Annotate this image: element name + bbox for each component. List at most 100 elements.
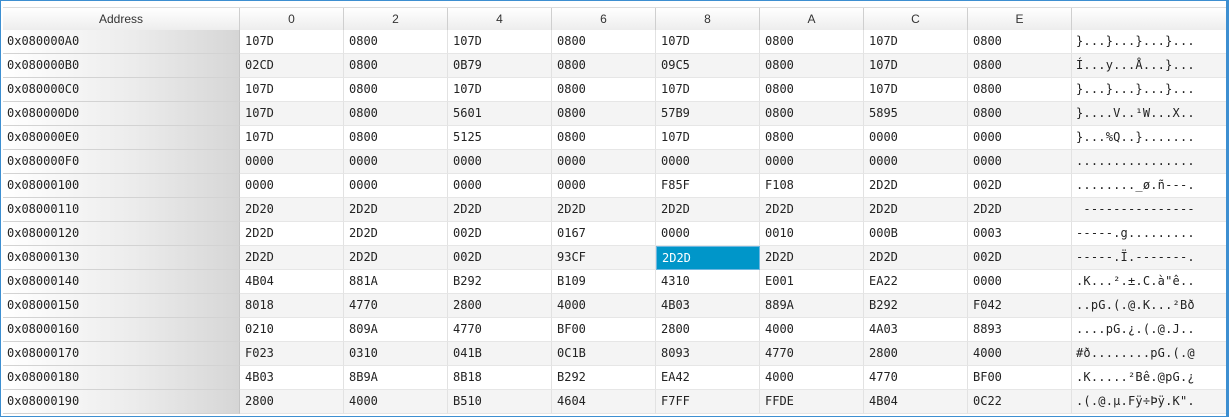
hex-word-cell[interactable]: 0210 (240, 318, 344, 342)
hex-word-cell[interactable]: 4000 (760, 318, 864, 342)
hex-word-cell[interactable]: 002D (448, 246, 552, 270)
table-row[interactable]: 0x08000130 2D2D 2D2D 002D 93CF 2D2D 2D2D 2D2D 00… (3, 246, 1228, 270)
hex-word-cell[interactable]: B292 (448, 270, 552, 294)
hex-word-cell[interactable]: 0000 (968, 270, 1072, 294)
table-row[interactable]: 0x08000120 2D2D 2D2D 002D 0167 0000 0010 000B 00… (3, 222, 1228, 246)
hex-word-cell[interactable]: 5125 (448, 126, 552, 150)
hex-word-cell[interactable]: 002D (968, 174, 1072, 198)
hex-word-cell[interactable]: 0310 (344, 342, 448, 366)
table-row[interactable]: 0x08000110 2D20 2D2D 2D2D 2D2D 2D2D 2D2D 2D2D 2D… (3, 198, 1228, 222)
hex-word-cell[interactable]: 4000 (344, 390, 448, 414)
hex-word-cell[interactable]: 0800 (552, 78, 656, 102)
hex-word-cell[interactable]: B292 (552, 366, 656, 390)
hex-word-cell[interactable]: 0010 (760, 222, 864, 246)
hex-word-cell[interactable]: 4A03 (864, 318, 968, 342)
hex-word-cell[interactable]: 0C22 (968, 390, 1072, 414)
hex-word-cell[interactable]: 2D2D (656, 246, 760, 270)
hex-word-cell[interactable]: 4310 (656, 270, 760, 294)
hex-word-cell[interactable]: 2D2D (240, 246, 344, 270)
hex-word-cell[interactable]: 4770 (448, 318, 552, 342)
hex-word-cell[interactable]: F85F (656, 174, 760, 198)
hex-word-cell[interactable]: 02CD (240, 54, 344, 78)
hex-word-cell[interactable]: 0800 (552, 30, 656, 54)
hex-word-cell[interactable]: 0800 (760, 102, 864, 126)
hex-word-cell[interactable]: 57B9 (656, 102, 760, 126)
hex-word-cell[interactable]: 0000 (968, 126, 1072, 150)
hex-word-cell[interactable]: 0800 (968, 30, 1072, 54)
column-header-e[interactable]: E (968, 8, 1072, 30)
table-row[interactable]: 0x08000190 2800 4000 B510 4604 F7FF FFDE 4B04 0C… (3, 390, 1228, 414)
hex-word-cell[interactable]: 0003 (968, 222, 1072, 246)
hex-word-cell[interactable]: 809A (344, 318, 448, 342)
column-header-2[interactable]: 2 (344, 8, 448, 30)
hex-word-cell[interactable]: 4B04 (864, 390, 968, 414)
hex-word-cell[interactable]: 0800 (968, 102, 1072, 126)
hex-word-cell[interactable]: 107D (448, 30, 552, 54)
column-header-8[interactable]: 8 (656, 8, 760, 30)
column-header-address[interactable]: Address (3, 8, 240, 30)
hex-word-cell[interactable]: 107D (448, 78, 552, 102)
hex-word-cell[interactable]: 2D2D (344, 246, 448, 270)
hex-word-cell[interactable]: 2D2D (864, 246, 968, 270)
hex-word-cell[interactable]: 2D2D (656, 198, 760, 222)
hex-word-cell[interactable]: 107D (240, 78, 344, 102)
hex-word-cell[interactable]: 0167 (552, 222, 656, 246)
hex-word-cell[interactable]: 2D2D (864, 198, 968, 222)
hex-word-cell[interactable]: BF00 (968, 366, 1072, 390)
hex-word-cell[interactable]: F108 (760, 174, 864, 198)
hex-word-cell[interactable]: 0000 (968, 150, 1072, 174)
hex-word-cell[interactable]: 2D2D (448, 198, 552, 222)
hex-word-cell[interactable]: B292 (864, 294, 968, 318)
hex-word-cell[interactable]: 2800 (864, 342, 968, 366)
hex-word-cell[interactable]: 0800 (968, 54, 1072, 78)
scrollbar-edge[interactable] (1226, 1, 1228, 416)
hex-word-cell[interactable]: 041B (448, 342, 552, 366)
hex-word-cell[interactable]: F042 (968, 294, 1072, 318)
hex-word-cell[interactable]: 4000 (968, 342, 1072, 366)
hex-word-cell[interactable]: 2D2D (344, 198, 448, 222)
hex-word-cell[interactable]: 0800 (552, 54, 656, 78)
table-row[interactable]: 0x080000F0 0000 0000 0000 0000 0000 0000 0000 00… (3, 150, 1228, 174)
hex-word-cell[interactable]: 107D (656, 78, 760, 102)
hex-word-cell[interactable]: 2D2D (760, 246, 864, 270)
hex-word-cell[interactable]: 889A (760, 294, 864, 318)
hex-word-cell[interactable]: 09C5 (656, 54, 760, 78)
hex-word-cell[interactable]: 107D (656, 126, 760, 150)
hex-word-cell[interactable]: 2800 (448, 294, 552, 318)
table-row[interactable]: 0x08000180 4B03 8B9A 8B18 B292 EA42 4000 4770 BF… (3, 366, 1228, 390)
hex-word-cell[interactable]: E001 (760, 270, 864, 294)
table-row[interactable]: 0x08000160 0210 809A 4770 BF00 2800 4000 4A03 88… (3, 318, 1228, 342)
hex-word-cell[interactable]: 5895 (864, 102, 968, 126)
hex-word-cell[interactable]: EA22 (864, 270, 968, 294)
hex-word-cell[interactable]: 0800 (552, 126, 656, 150)
hex-word-cell[interactable]: 2D2D (344, 222, 448, 246)
table-row[interactable]: 0x080000C0 107D 0800 107D 0800 107D 0800 107D 08… (3, 78, 1228, 102)
hex-word-cell[interactable]: 0B79 (448, 54, 552, 78)
hex-word-cell[interactable]: 107D (864, 30, 968, 54)
table-row[interactable]: 0x080000D0 107D 0800 5601 0800 57B9 0800 5895 08… (3, 102, 1228, 126)
hex-word-cell[interactable]: 4770 (760, 342, 864, 366)
hex-word-cell[interactable]: 4B03 (240, 366, 344, 390)
hex-word-cell[interactable]: 0000 (552, 150, 656, 174)
hex-word-cell[interactable]: 4770 (864, 366, 968, 390)
column-header-c[interactable]: C (864, 8, 968, 30)
hex-word-cell[interactable]: 0000 (344, 150, 448, 174)
hex-word-cell[interactable]: B510 (448, 390, 552, 414)
hex-word-cell[interactable]: BF00 (552, 318, 656, 342)
hex-word-cell[interactable]: 4604 (552, 390, 656, 414)
hex-word-cell[interactable]: 0800 (760, 126, 864, 150)
hex-word-cell[interactable]: 107D (864, 78, 968, 102)
hex-word-cell[interactable]: 8893 (968, 318, 1072, 342)
hex-word-cell[interactable]: 4770 (344, 294, 448, 318)
table-row[interactable]: 0x08000170 F023 0310 041B 0C1B 8093 4770 2800 40… (3, 342, 1228, 366)
hex-word-cell[interactable]: 0000 (344, 174, 448, 198)
hex-word-cell[interactable]: F023 (240, 342, 344, 366)
hex-word-cell[interactable]: 0800 (552, 102, 656, 126)
hex-word-cell[interactable]: 2D20 (240, 198, 344, 222)
hex-word-cell[interactable]: 4000 (760, 366, 864, 390)
table-row[interactable]: 0x080000B0 02CD 0800 0B79 0800 09C5 0800 107D 08… (3, 54, 1228, 78)
table-row[interactable]: 0x08000150 8018 4770 2800 4000 4B03 889A B292 F0… (3, 294, 1228, 318)
hex-word-cell[interactable]: 0000 (864, 150, 968, 174)
table-row[interactable]: 0x08000100 0000 0000 0000 0000 F85F F108 2D2D 00… (3, 174, 1228, 198)
hex-word-cell[interactable]: 93CF (552, 246, 656, 270)
